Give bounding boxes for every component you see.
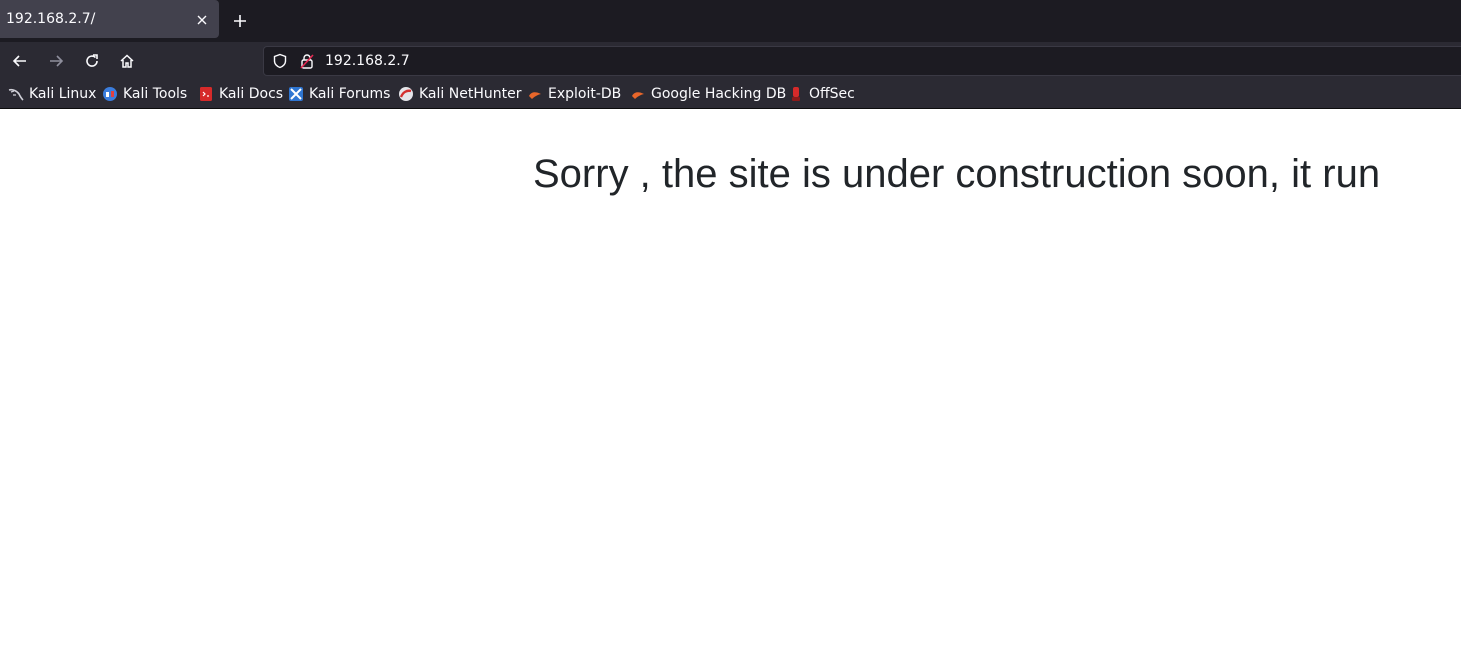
arrow-left-icon[interactable] bbox=[7, 49, 33, 73]
ghdb-icon bbox=[632, 92, 644, 99]
plus-icon[interactable] bbox=[229, 10, 251, 32]
kali-docs-icon bbox=[200, 87, 212, 101]
page-headline: Sorry , the site is under construction s… bbox=[533, 152, 1381, 196]
page-content: Sorry , the site is under construction s… bbox=[0, 110, 1461, 667]
bookmark-label: Kali Forums bbox=[309, 86, 391, 102]
insecure-lock-icon[interactable] bbox=[300, 53, 314, 69]
arrow-right-icon[interactable] bbox=[43, 49, 69, 73]
bookmark-offsec[interactable]: OffSec bbox=[788, 84, 855, 104]
bookmark-label: Kali Tools bbox=[123, 86, 188, 102]
url-bar[interactable]: 192.168.2.7 bbox=[263, 46, 1461, 76]
shield-icon[interactable] bbox=[272, 53, 288, 69]
kali-nethunter-icon bbox=[399, 87, 413, 101]
tab-active[interactable]: 192.168.2.7/ bbox=[0, 0, 219, 38]
kali-forums-icon bbox=[289, 87, 303, 101]
bookmark-label: Google Hacking DB bbox=[651, 86, 787, 102]
bookmark-kali-docs[interactable]: Kali Docs bbox=[198, 84, 283, 104]
bookmark-kali-forums[interactable]: Kali Forums bbox=[288, 84, 390, 104]
bookmark-google-hacking-db[interactable]: Google Hacking DB bbox=[630, 84, 786, 104]
bookmark-label: Kali NetHunter bbox=[419, 86, 522, 102]
bookmark-kali-linux[interactable]: Kali Linux bbox=[8, 84, 96, 104]
kali-tools-icon bbox=[103, 87, 117, 101]
offsec-icon bbox=[792, 87, 800, 101]
home-icon[interactable] bbox=[114, 49, 140, 73]
bookmark-label: OffSec bbox=[809, 86, 855, 102]
close-icon[interactable] bbox=[193, 11, 211, 29]
bookmark-label: Exploit-DB bbox=[548, 86, 622, 102]
url-input[interactable]: 192.168.2.7 bbox=[325, 53, 410, 69]
bookmark-kali-tools[interactable]: Kali Tools bbox=[102, 84, 187, 104]
tab-strip: 192.168.2.7/ bbox=[0, 0, 1461, 42]
reload-icon[interactable] bbox=[79, 49, 105, 73]
bookmark-label: Kali Linux bbox=[29, 86, 97, 102]
bookmark-kali-nethunter[interactable]: Kali NetHunter bbox=[398, 84, 521, 104]
kali-dragon-icon bbox=[8, 88, 24, 101]
bookmark-exploit-db[interactable]: Exploit-DB bbox=[527, 84, 621, 104]
bookmarks-bar: Kali Linux Kali Tools Kali Docs Kali For… bbox=[0, 80, 1461, 109]
bookmark-label: Kali Docs bbox=[219, 86, 284, 102]
nav-bar: 192.168.2.7 bbox=[0, 42, 1461, 80]
exploit-db-icon bbox=[529, 92, 541, 99]
tab-title: 192.168.2.7/ bbox=[6, 11, 96, 27]
